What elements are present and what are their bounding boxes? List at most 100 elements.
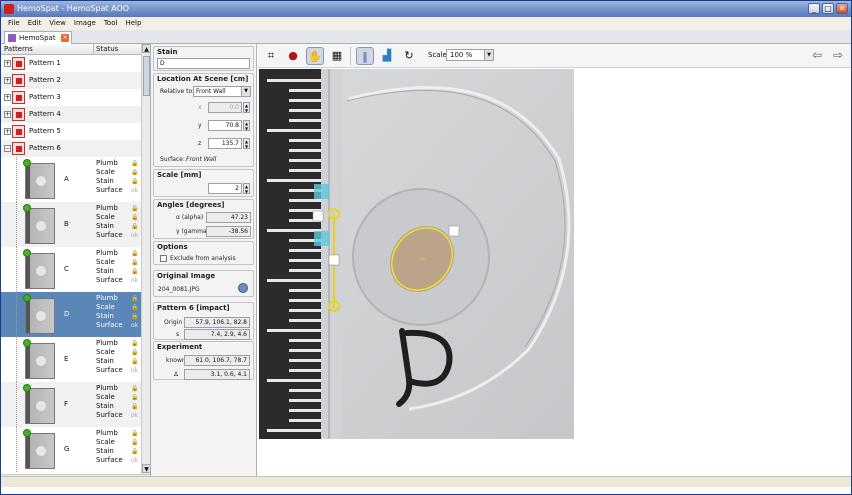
image-icon[interactable]: ▟: [378, 47, 396, 65]
lock-icon[interactable]: 🔒: [131, 294, 138, 303]
tab-hemospat-aoo[interactable]: HemoSpat AOO ×: [4, 31, 72, 54]
stain-thumbnail[interactable]: [25, 388, 55, 424]
menu-file[interactable]: File: [5, 17, 23, 30]
lock-icon[interactable]: 🔒: [131, 429, 138, 438]
lock-icon[interactable]: 🔒: [131, 267, 138, 276]
pattern-icon[interactable]: ▦: [328, 47, 346, 65]
stain-name-field[interactable]: D: [157, 58, 250, 69]
lock-icon[interactable]: 🔒: [131, 393, 138, 402]
close-button[interactable]: ✕: [836, 3, 848, 14]
lock-icon[interactable]: [328, 254, 340, 266]
pattern-row[interactable]: − Pattern 6: [1, 140, 141, 157]
crop-icon[interactable]: ⌗: [262, 47, 280, 65]
stain-photo[interactable]: [259, 69, 574, 439]
scale-marker-bottom[interactable]: [314, 231, 329, 246]
stain-select-icon[interactable]: ✋: [306, 47, 324, 65]
lock-icon[interactable]: ok: [131, 231, 138, 240]
expand-icon[interactable]: +: [4, 111, 11, 118]
stain-thumbnail[interactable]: [25, 163, 55, 199]
title-bar[interactable]: HemoSpat - HemoSpat AOO _ □ ✕: [1, 1, 851, 17]
scale-field[interactable]: 2: [208, 183, 242, 194]
stain-row[interactable]: D Plumb Scale Stain Surface 🔒 🔒 🔒 ok: [1, 292, 141, 337]
lock-icon[interactable]: 🔒: [131, 438, 138, 447]
lock-icon[interactable]: 🔒: [131, 159, 138, 168]
lock-icon[interactable]: [448, 225, 460, 237]
expand-icon[interactable]: +: [4, 94, 11, 101]
minimize-button[interactable]: _: [808, 3, 820, 14]
lock-icon[interactable]: 🔒: [131, 249, 138, 258]
chevron-down-icon[interactable]: ▼: [241, 87, 250, 96]
scale-spinner[interactable]: ▲ ▼: [243, 183, 250, 194]
menu-edit[interactable]: Edit: [25, 17, 45, 30]
relative-to-select[interactable]: Front Wall ▼: [193, 86, 251, 97]
y-field[interactable]: 70.8: [208, 120, 242, 131]
expand-icon[interactable]: +: [4, 77, 11, 84]
lock-icon[interactable]: 🔒: [131, 357, 138, 366]
stain-thumbnail[interactable]: [25, 208, 55, 244]
open-image-icon[interactable]: [238, 283, 248, 293]
scroll-thumb[interactable]: [143, 56, 150, 96]
lock-icon[interactable]: ok: [131, 456, 138, 465]
scroll-down-icon[interactable]: ▼: [142, 464, 150, 473]
stain-row[interactable]: B Plumb Scale Stain Surface 🔒 🔒 🔒 ok: [1, 202, 141, 247]
pattern-row[interactable]: + Pattern 1: [1, 55, 141, 72]
forward-arrow-icon[interactable]: ⇨: [831, 49, 845, 61]
blood-drop-icon[interactable]: ●: [284, 47, 302, 65]
lock-icon[interactable]: 🔒: [131, 258, 138, 267]
tab-close-icon[interactable]: ×: [61, 34, 69, 42]
scale-select[interactable]: 100 % ▼: [446, 49, 494, 61]
scale-marker-top[interactable]: [314, 184, 329, 199]
pattern-row[interactable]: + Pattern 2: [1, 72, 141, 89]
lock-icon[interactable]: 🔒: [131, 312, 138, 321]
lock-icon[interactable]: ok: [131, 186, 138, 195]
lock-icon[interactable]: [312, 210, 324, 222]
menu-image[interactable]: Image: [71, 17, 99, 30]
lock-icon[interactable]: 🔒: [131, 222, 138, 231]
z-field[interactable]: 135.7: [208, 138, 242, 149]
pattern-row[interactable]: + Pattern 5: [1, 123, 141, 140]
scroll-up-icon[interactable]: ▲: [142, 44, 150, 53]
collapse-icon[interactable]: −: [4, 145, 11, 152]
lock-icon[interactable]: ok: [131, 366, 138, 375]
lock-icon[interactable]: 🔒: [131, 204, 138, 213]
tree-vertical-scrollbar[interactable]: ▲ ▼: [141, 44, 150, 487]
lock-icon[interactable]: 🔒: [131, 303, 138, 312]
lock-icon[interactable]: 🔒: [131, 348, 138, 357]
lock-icon[interactable]: 🔒: [131, 168, 138, 177]
y-spinner[interactable]: ▲ ▼: [243, 120, 250, 131]
lock-icon[interactable]: 🔒: [131, 384, 138, 393]
stain-thumbnail[interactable]: [25, 343, 55, 379]
z-spinner[interactable]: ▲ ▼: [243, 138, 250, 149]
expand-icon[interactable]: +: [4, 60, 11, 67]
maximize-button[interactable]: □: [822, 3, 834, 14]
pattern-row[interactable]: + Pattern 3: [1, 89, 141, 106]
lock-icon[interactable]: 🔒: [131, 402, 138, 411]
rotate-icon[interactable]: ↻: [400, 47, 418, 65]
stain-photo-canvas[interactable]: [259, 69, 574, 439]
x-field[interactable]: 0.0: [208, 102, 242, 113]
lock-icon[interactable]: 🔒: [131, 339, 138, 348]
pattern-row[interactable]: + Pattern 4: [1, 106, 141, 123]
lock-icon[interactable]: ok: [131, 321, 138, 330]
chevron-down-icon[interactable]: ▼: [484, 50, 493, 60]
col-status[interactable]: Status: [93, 44, 118, 55]
back-arrow-icon[interactable]: ⇦: [810, 49, 824, 61]
stain-thumbnail[interactable]: [25, 253, 55, 289]
lock-icon[interactable]: ok: [131, 276, 138, 285]
col-patterns[interactable]: Patterns: [4, 44, 33, 55]
stain-row[interactable]: F Plumb Scale Stain Surface 🔒 🔒 🔒 ok: [1, 382, 141, 427]
lock-icon[interactable]: 🔒: [131, 177, 138, 186]
stain-row[interactable]: G Plumb Scale Stain Surface 🔒 🔒 🔒 ok: [1, 427, 141, 472]
plumb-line-icon[interactable]: ‖: [356, 47, 374, 65]
lock-icon[interactable]: 🔒: [131, 213, 138, 222]
menu-help[interactable]: Help: [122, 17, 144, 30]
stain-row[interactable]: A Plumb Scale Stain Surface 🔒 🔒 🔒 ok: [1, 157, 141, 202]
stain-row[interactable]: C Plumb Scale Stain Surface 🔒 🔒 🔒 ok: [1, 247, 141, 292]
menu-view[interactable]: View: [46, 17, 69, 30]
lock-icon[interactable]: 🔒: [131, 447, 138, 456]
expand-icon[interactable]: +: [4, 128, 11, 135]
exclude-checkbox[interactable]: [160, 255, 167, 262]
menu-tool[interactable]: Tool: [101, 17, 121, 30]
stain-thumbnail[interactable]: [25, 298, 55, 334]
stain-thumbnail[interactable]: [25, 433, 55, 469]
